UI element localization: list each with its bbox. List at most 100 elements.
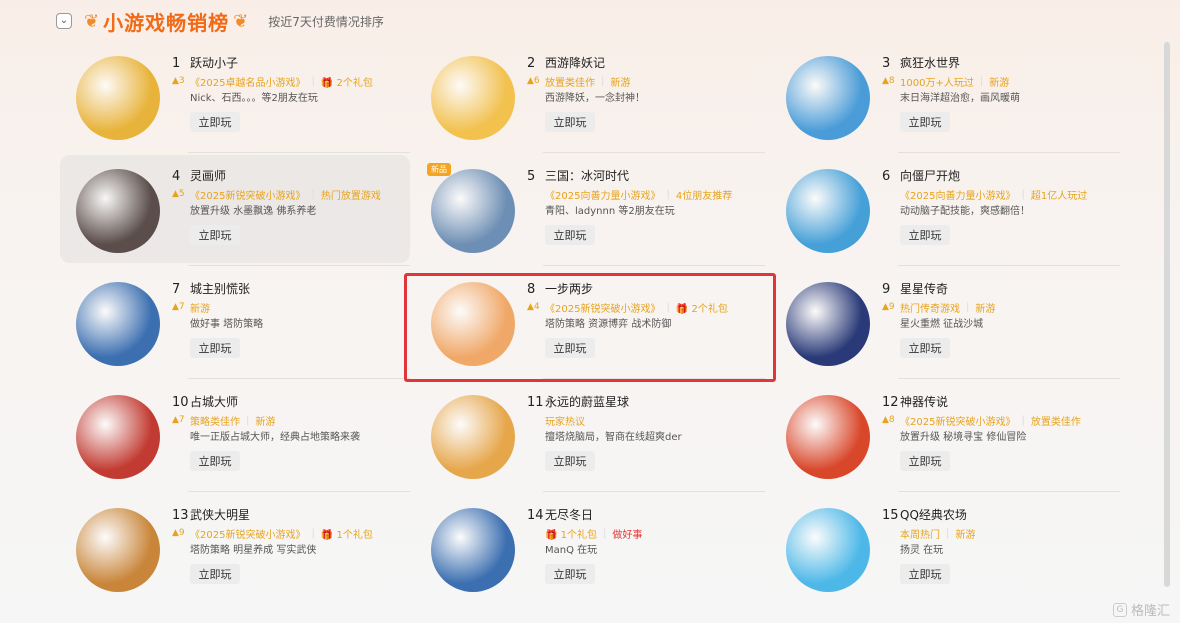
new-badge: 新品 <box>427 163 451 176</box>
game-card[interactable]: 13 武侠大明星 ▲9 《2025新锐突破小游戏》 | 🎁 1个礼包 塔防策略 明星养… <box>60 494 410 602</box>
game-rank: 9 <box>882 282 891 297</box>
play-button[interactable]: 立即玩 <box>545 225 595 245</box>
play-button[interactable]: 立即玩 <box>900 451 950 471</box>
game-name[interactable]: 占城大师 <box>190 393 238 410</box>
game-card[interactable]: 15 QQ经典农场 本周热门 | 新游 扬灵 在玩 立即玩 <box>770 494 1120 602</box>
game-name[interactable]: 疯狂水世界 <box>900 54 960 71</box>
chevron-down-icon[interactable]: ⌄ <box>56 13 72 29</box>
watermark: G 格隆汇 <box>1112 600 1170 619</box>
play-button[interactable]: 立即玩 <box>545 112 595 132</box>
play-button[interactable]: 立即玩 <box>190 564 240 584</box>
game-card[interactable]: 14 无尽冬日 🎁 1个礼包 | 做好事 ManQ 在玩 立即玩 <box>415 494 765 602</box>
game-name[interactable]: 永远的蔚蓝星球 <box>545 393 629 410</box>
game-card[interactable]: 新品 5 三国：冰河时代 《2025向善力量小游戏》 | 4位朋友推荐 青阳、lad… <box>415 155 765 266</box>
game-card[interactable]: 12 神器传说 ▲8 《2025新锐突破小游戏》 | 放置类佳作 放置升级 秘境寻宝 … <box>770 381 1120 492</box>
game-name[interactable]: 西游降妖记 <box>545 54 605 71</box>
play-button[interactable]: 立即玩 <box>900 338 950 358</box>
game-icon[interactable] <box>431 508 515 592</box>
game-tag: 🎁 1个礼包 <box>545 529 597 541</box>
game-icon[interactable] <box>786 282 870 366</box>
game-name[interactable]: 跃动小子 <box>190 54 238 71</box>
game-card[interactable]: 9 星星传奇 ▲9 热门传奇游戏 | 新游 星火重燃 征战沙城 立即玩 <box>770 268 1120 379</box>
game-name[interactable]: 向僵尸开炮 <box>900 167 960 184</box>
scrollbar[interactable] <box>1164 42 1170 587</box>
game-rank: 4 <box>172 169 181 184</box>
game-tag: 新游 <box>255 416 276 428</box>
row-divider <box>898 265 1120 266</box>
game-tag: 放置类佳作 <box>545 77 595 89</box>
game-name[interactable]: 神器传说 <box>900 393 948 410</box>
game-card[interactable]: 7 城主别慌张 ▲7 新游 做好事 塔防策略 立即玩 <box>60 268 410 379</box>
game-icon[interactable] <box>76 508 160 592</box>
tag-separator: | <box>1021 188 1025 200</box>
play-button[interactable]: 立即玩 <box>900 564 950 584</box>
game-rank: 15 <box>882 508 899 523</box>
game-name[interactable]: 灵画师 <box>190 167 226 184</box>
game-card[interactable]: 1 跃动小子 ▲3 《2025卓越名品小游戏》 | 🎁 2个礼包 Nick、石西。。。… <box>60 42 410 153</box>
game-description: ManQ 在玩 <box>545 545 598 556</box>
game-description: 星火重燃 征战沙城 <box>900 319 984 330</box>
row-divider <box>898 491 1120 492</box>
game-tag: 本周热门 <box>900 529 940 541</box>
trend-indicator: ▲9 <box>172 528 185 538</box>
play-button[interactable]: 立即玩 <box>190 112 240 132</box>
tag-separator: | <box>603 527 607 539</box>
game-card[interactable]: 10 占城大师 ▲7 策略类佳作 | 新游 唯一正版占城大师，经典占地策略来袭 立即玩 <box>60 381 410 492</box>
game-card[interactable]: 11 永远的蔚蓝星球 玩家热议 擅塔烧脑局，智商在线超爽der 立即玩 <box>415 381 765 492</box>
game-icon[interactable] <box>431 169 515 253</box>
page-subtitle: 按近7天付费情况排序 <box>268 14 384 29</box>
game-rank: 5 <box>527 169 536 184</box>
game-tag: 新游 <box>975 303 996 315</box>
game-tag: 《2025新锐突破小游戏》 <box>190 190 306 202</box>
game-card[interactable]: 2 西游降妖记 ▲6 放置类佳作 | 新游 西游降妖，一念封神！ 立即玩 <box>415 42 765 153</box>
play-button[interactable]: 立即玩 <box>190 338 240 358</box>
game-icon[interactable] <box>786 56 870 140</box>
row-divider <box>543 152 765 153</box>
tag-separator: | <box>311 75 315 87</box>
game-icon[interactable] <box>786 508 870 592</box>
game-rank: 6 <box>882 169 891 184</box>
row-divider <box>188 491 410 492</box>
game-card[interactable]: 6 向僵尸开炮 《2025向善力量小游戏》 | 超1亿人玩过 动动脑子配技能，爽感翻… <box>770 155 1120 266</box>
game-name[interactable]: 无尽冬日 <box>545 506 593 523</box>
header: ⌄ ❦ 小游戏畅销榜 ❦ 按近7天付费情况排序 <box>56 8 384 35</box>
game-card[interactable]: 3 疯狂水世界 ▲8 1000万+人玩过 | 新游 末日海洋超治愈，画风暖萌 立即玩 <box>770 42 1120 153</box>
game-name[interactable]: 武侠大明星 <box>190 506 250 523</box>
game-icon[interactable] <box>786 395 870 479</box>
play-button[interactable]: 立即玩 <box>900 225 950 245</box>
game-icon[interactable] <box>76 56 160 140</box>
tag-separator: | <box>311 527 315 539</box>
game-name[interactable]: 三国：冰河时代 <box>545 167 629 184</box>
game-icon[interactable] <box>431 56 515 140</box>
tag-separator: | <box>666 188 670 200</box>
play-button[interactable]: 立即玩 <box>900 112 950 132</box>
game-name[interactable]: 城主别慌张 <box>190 280 250 297</box>
play-button[interactable]: 立即玩 <box>190 225 240 245</box>
row-divider <box>543 491 765 492</box>
play-button[interactable]: 立即玩 <box>545 564 595 584</box>
game-description: 塔防策略 明星养成 写实武侠 <box>190 545 317 556</box>
game-description: 动动脑子配技能，爽感翻倍！ <box>900 206 1030 217</box>
game-icon[interactable] <box>76 169 160 253</box>
game-icon[interactable] <box>786 169 870 253</box>
game-description: 放置升级 秘境寻宝 修仙冒险 <box>900 432 1027 443</box>
game-card[interactable]: 4 灵画师 ▲5 《2025新锐突破小游戏》 | 热门放置游戏 放置升级 水墨飘逸 佛… <box>60 155 410 266</box>
game-icon[interactable] <box>76 282 160 366</box>
play-button[interactable]: 立即玩 <box>190 451 240 471</box>
tag-separator: | <box>601 75 605 87</box>
game-name[interactable]: 星星传奇 <box>900 280 948 297</box>
highlight-box <box>404 273 776 382</box>
row-divider <box>898 152 1120 153</box>
trend-indicator: ▲7 <box>172 415 185 425</box>
game-rank: 12 <box>882 395 899 410</box>
trend-indicator: ▲8 <box>882 76 895 86</box>
game-name[interactable]: QQ经典农场 <box>900 506 967 523</box>
game-tag: 🎁 2个礼包 <box>320 77 373 89</box>
play-button[interactable]: 立即玩 <box>545 451 595 471</box>
game-tag: 超1亿人玩过 <box>1030 190 1088 202</box>
game-icon[interactable] <box>76 395 160 479</box>
game-tag: 热门放置游戏 <box>320 190 381 202</box>
tag-separator: | <box>311 188 315 200</box>
trend-indicator: ▲5 <box>172 189 185 199</box>
game-icon[interactable] <box>431 395 515 479</box>
